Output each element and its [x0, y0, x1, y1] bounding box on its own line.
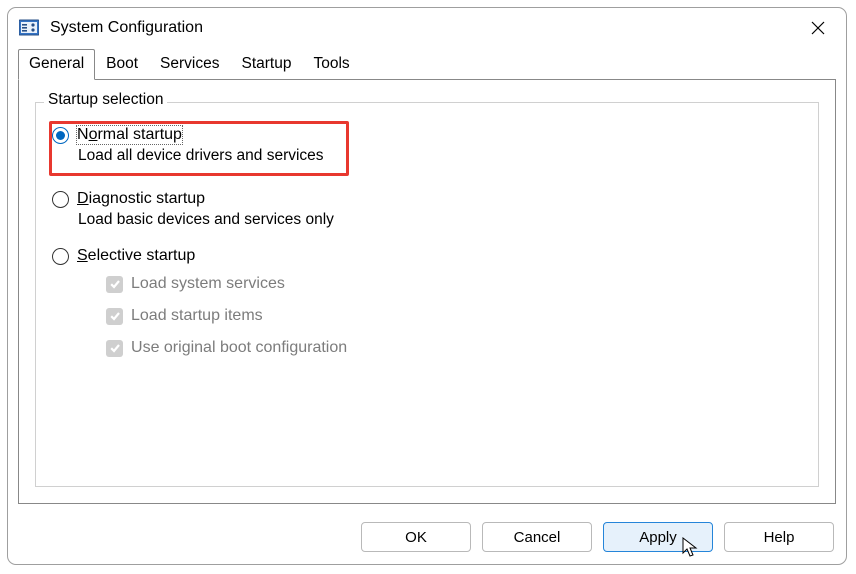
checkbox-icon [106, 340, 123, 357]
system-configuration-window: System Configuration General Boot Servic… [7, 7, 847, 565]
desc-diagnostic-startup: Load basic devices and services only [78, 211, 802, 229]
ok-button[interactable]: OK [361, 522, 471, 552]
dialog-buttons: OK Cancel Apply Help [8, 514, 846, 564]
highlight-box: Normal startup Load all device drivers a… [49, 121, 349, 176]
apply-button[interactable]: Apply [603, 522, 713, 552]
tab-general[interactable]: General [18, 49, 95, 80]
close-button[interactable] [798, 12, 838, 44]
tab-row: General Boot Services Startup Tools [8, 48, 846, 79]
tab-startup[interactable]: Startup [230, 49, 302, 80]
label-selective-startup[interactable]: Selective startup [77, 247, 195, 265]
mouse-cursor-icon [682, 537, 700, 559]
titlebar: System Configuration [8, 8, 846, 48]
tab-services[interactable]: Services [149, 49, 230, 80]
check-load-startup-items: Load startup items [106, 307, 802, 325]
radio-normal-startup[interactable] [52, 127, 69, 144]
tab-boot[interactable]: Boot [95, 49, 149, 80]
radio-diagnostic-startup[interactable] [52, 191, 69, 208]
app-icon [18, 17, 40, 39]
radio-selective-startup[interactable] [52, 248, 69, 265]
tab-tools[interactable]: Tools [302, 49, 360, 80]
label-diagnostic-startup[interactable]: Diagnostic startup [77, 190, 205, 208]
desc-normal-startup: Load all device drivers and services [78, 147, 324, 165]
group-label: Startup selection [44, 91, 167, 109]
tab-panel: Startup selection Normal startup Load al… [18, 79, 836, 504]
close-icon [811, 21, 825, 35]
checkbox-icon [106, 308, 123, 325]
help-button[interactable]: Help [724, 522, 834, 552]
checkbox-icon [106, 276, 123, 293]
label-normal-startup[interactable]: Normal startup [77, 126, 182, 144]
check-use-original-boot-config: Use original boot configuration [106, 339, 802, 357]
cancel-button[interactable]: Cancel [482, 522, 592, 552]
check-load-system-services: Load system services [106, 275, 802, 293]
startup-selection-group: Startup selection Normal startup Load al… [35, 102, 819, 487]
window-title: System Configuration [50, 19, 798, 37]
